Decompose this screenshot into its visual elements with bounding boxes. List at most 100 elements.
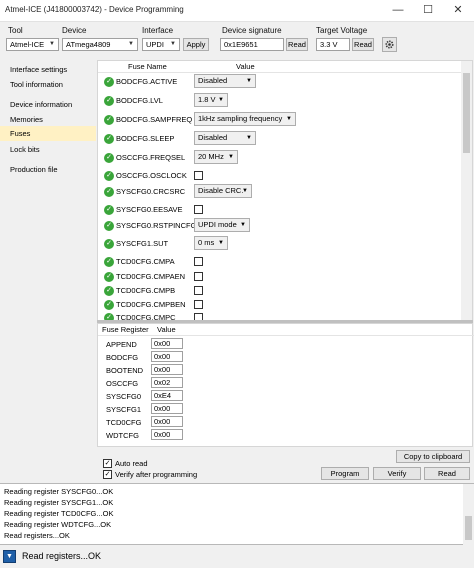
fuse-checkbox[interactable] <box>194 300 203 309</box>
fuse-settings-pane: Fuse Name Value ✓ BODCFG.ACTIVE Disabled… <box>97 60 473 322</box>
device-signature-field: 0x1E9651 <box>220 38 284 51</box>
register-value-field[interactable]: 0x00 <box>151 351 183 362</box>
fuse-value-select[interactable]: 0 ms ▼ <box>194 236 228 250</box>
fuse-name: BODCFG.LVL <box>116 96 163 105</box>
register-row: SYSCFG1 0x00 <box>98 403 298 415</box>
fuse-checkbox[interactable] <box>194 205 203 214</box>
sidebar-item-memories[interactable]: Memories <box>0 112 96 127</box>
register-value-field[interactable]: 0x00 <box>151 429 183 440</box>
close-icon[interactable]: ✕ <box>448 2 468 18</box>
fuse-value-select[interactable]: 1kHz sampling frequency ▼ <box>194 112 296 126</box>
auto-read-checkbox[interactable]: ✓ <box>103 459 112 468</box>
fuse-row: ✓ BODCFG.SLEEP Disabled ▼ <box>98 130 462 148</box>
interface-select[interactable]: UPDI ▼ <box>142 38 180 51</box>
register-value-field[interactable]: 0x00 <box>151 338 183 349</box>
verify-button[interactable]: Verify <box>373 467 421 480</box>
fuse-checkbox[interactable] <box>194 257 203 266</box>
sidebar-item-production-file[interactable]: Production file <box>0 162 96 177</box>
check-circle-icon: ✓ <box>104 187 114 197</box>
scrollbar-thumb[interactable] <box>463 73 470 153</box>
fuse-value-select[interactable]: UPDI mode ▼ <box>194 218 250 232</box>
register-value-field[interactable]: 0x00 <box>151 416 183 427</box>
check-circle-icon: ✓ <box>104 171 114 181</box>
verify-after-programming-label: Verify after programming <box>115 470 198 479</box>
apply-button[interactable]: Apply <box>183 38 209 51</box>
log-scrollbar[interactable] <box>463 484 474 546</box>
register-name: WDTCFG <box>106 431 139 440</box>
fuse-value-select[interactable]: Disabled ▼ <box>194 131 256 145</box>
fuse-name: OSCCFG.FREQSEL <box>116 153 186 162</box>
sidebar-item-interface-settings[interactable]: Interface settings <box>0 62 96 77</box>
device-select[interactable]: ATmega4809 ▼ <box>62 38 138 51</box>
check-circle-icon: ✓ <box>104 205 114 215</box>
fuse-checkbox[interactable] <box>194 272 203 281</box>
fuse-value-select[interactable]: 1.8 V ▼ <box>194 93 228 107</box>
fuse-row: ✓ BODCFG.ACTIVE Disabled ▼ <box>98 73 462 91</box>
fuse-checkbox[interactable] <box>194 286 203 295</box>
expand-log-icon[interactable]: ▼ <box>3 550 16 563</box>
verify-after-programming-checkbox[interactable]: ✓ <box>103 470 112 479</box>
log-line: Reading register SYSCFG0...OK <box>4 487 114 496</box>
tool-select[interactable]: Atmel-ICE ▼ <box>6 38 59 51</box>
status-text: Read registers...OK <box>22 551 102 561</box>
check-circle-icon: ✓ <box>104 77 114 87</box>
register-value-field[interactable]: 0x02 <box>151 377 183 388</box>
interface-select-value: UPDI <box>146 40 164 49</box>
register-row: TCD0CFG 0x00 <box>98 416 298 428</box>
program-button[interactable]: Program <box>321 467 369 480</box>
fuse-checkbox[interactable] <box>194 171 203 180</box>
fuse-value: 0 ms <box>198 238 215 247</box>
fuse-name: TCD0CFG.CMPBEN <box>116 300 186 309</box>
register-name: TCD0CFG <box>106 418 142 427</box>
check-circle-icon: ✓ <box>104 134 114 144</box>
fuse-value: Disable CRC. <box>198 186 244 195</box>
read-signature-button[interactable]: Read <box>286 38 308 51</box>
title-bar: Atmel-ICE (J41800003742) - Device Progra… <box>0 0 474 22</box>
copy-to-clipboard-button[interactable]: Copy to clipboard <box>396 450 470 463</box>
auto-read-label: Auto read <box>115 459 148 468</box>
fuse-name: TCD0CFG.CMPAEN <box>116 272 186 281</box>
sidebar-item-lock-bits[interactable]: Lock bits <box>0 142 96 157</box>
fuse-value-select[interactable]: Disable CRC. ▼ <box>194 184 252 198</box>
log-line: Reading register SYSCFG1...OK <box>4 498 114 507</box>
status-bar: ▼ Read registers...OK <box>0 546 474 568</box>
tool-row: Tool Atmel-ICE ▼ Device ATmega4809 ▼ Int… <box>0 22 474 58</box>
sidebar-item-device-information[interactable]: Device information <box>0 97 96 112</box>
fuse-name: OSCCFG.OSCLOCK <box>116 171 187 180</box>
register-value-field[interactable]: 0x00 <box>151 403 183 414</box>
fuse-table-header: Fuse Name Value <box>98 61 462 73</box>
device-label: Device <box>62 26 87 35</box>
fuse-value-select[interactable]: Disabled ▼ <box>194 74 256 88</box>
register-row: APPEND 0x00 <box>98 338 298 350</box>
fuse-row: ✓ SYSCFG1.SUT 0 ms ▼ <box>98 235 462 253</box>
gear-icon[interactable] <box>382 37 397 52</box>
fuse-name: BODCFG.SAMPFREQ <box>116 115 193 124</box>
log-line: Read registers...OK <box>4 531 70 540</box>
chevron-down-icon: ▼ <box>49 41 55 47</box>
output-log: Reading register SYSCFG0...OK Reading re… <box>0 483 474 546</box>
register-row: WDTCFG 0x00 <box>98 429 298 441</box>
register-value-field[interactable]: 0xE4 <box>151 390 183 401</box>
check-circle-icon: ✓ <box>104 153 114 163</box>
fuse-value: Disabled <box>198 76 228 85</box>
minimize-icon[interactable]: — <box>388 2 408 18</box>
fuse-name: SYSCFG0.EESAVE <box>116 205 183 214</box>
maximize-icon[interactable]: ☐ <box>418 2 438 18</box>
sidebar-item-tool-information[interactable]: Tool information <box>0 77 96 92</box>
check-circle-icon: ✓ <box>104 239 114 249</box>
target-voltage-field: 3.3 V <box>316 38 350 51</box>
scrollbar-thumb[interactable] <box>465 516 472 540</box>
fuse-value-select[interactable]: 20 MHz ▼ <box>194 150 238 164</box>
read-button[interactable]: Read <box>424 467 470 480</box>
check-circle-icon: ✓ <box>104 272 114 282</box>
chevron-down-icon: ▼ <box>242 188 248 194</box>
read-voltage-button[interactable]: Read <box>352 38 374 51</box>
chevron-down-icon: ▼ <box>246 78 252 84</box>
register-value-field[interactable]: 0x00 <box>151 364 183 375</box>
fuse-value: 1kHz sampling frequency <box>198 114 283 123</box>
fuse-name: SYSCFG1.SUT <box>116 239 169 248</box>
sidebar-item-fuses[interactable]: Fuses <box>0 126 96 141</box>
fuse-name: SYSCFG0.CRCSRC <box>116 187 186 196</box>
chevron-down-icon: ▼ <box>218 240 224 246</box>
fuse-scrollbar[interactable] <box>461 61 472 321</box>
